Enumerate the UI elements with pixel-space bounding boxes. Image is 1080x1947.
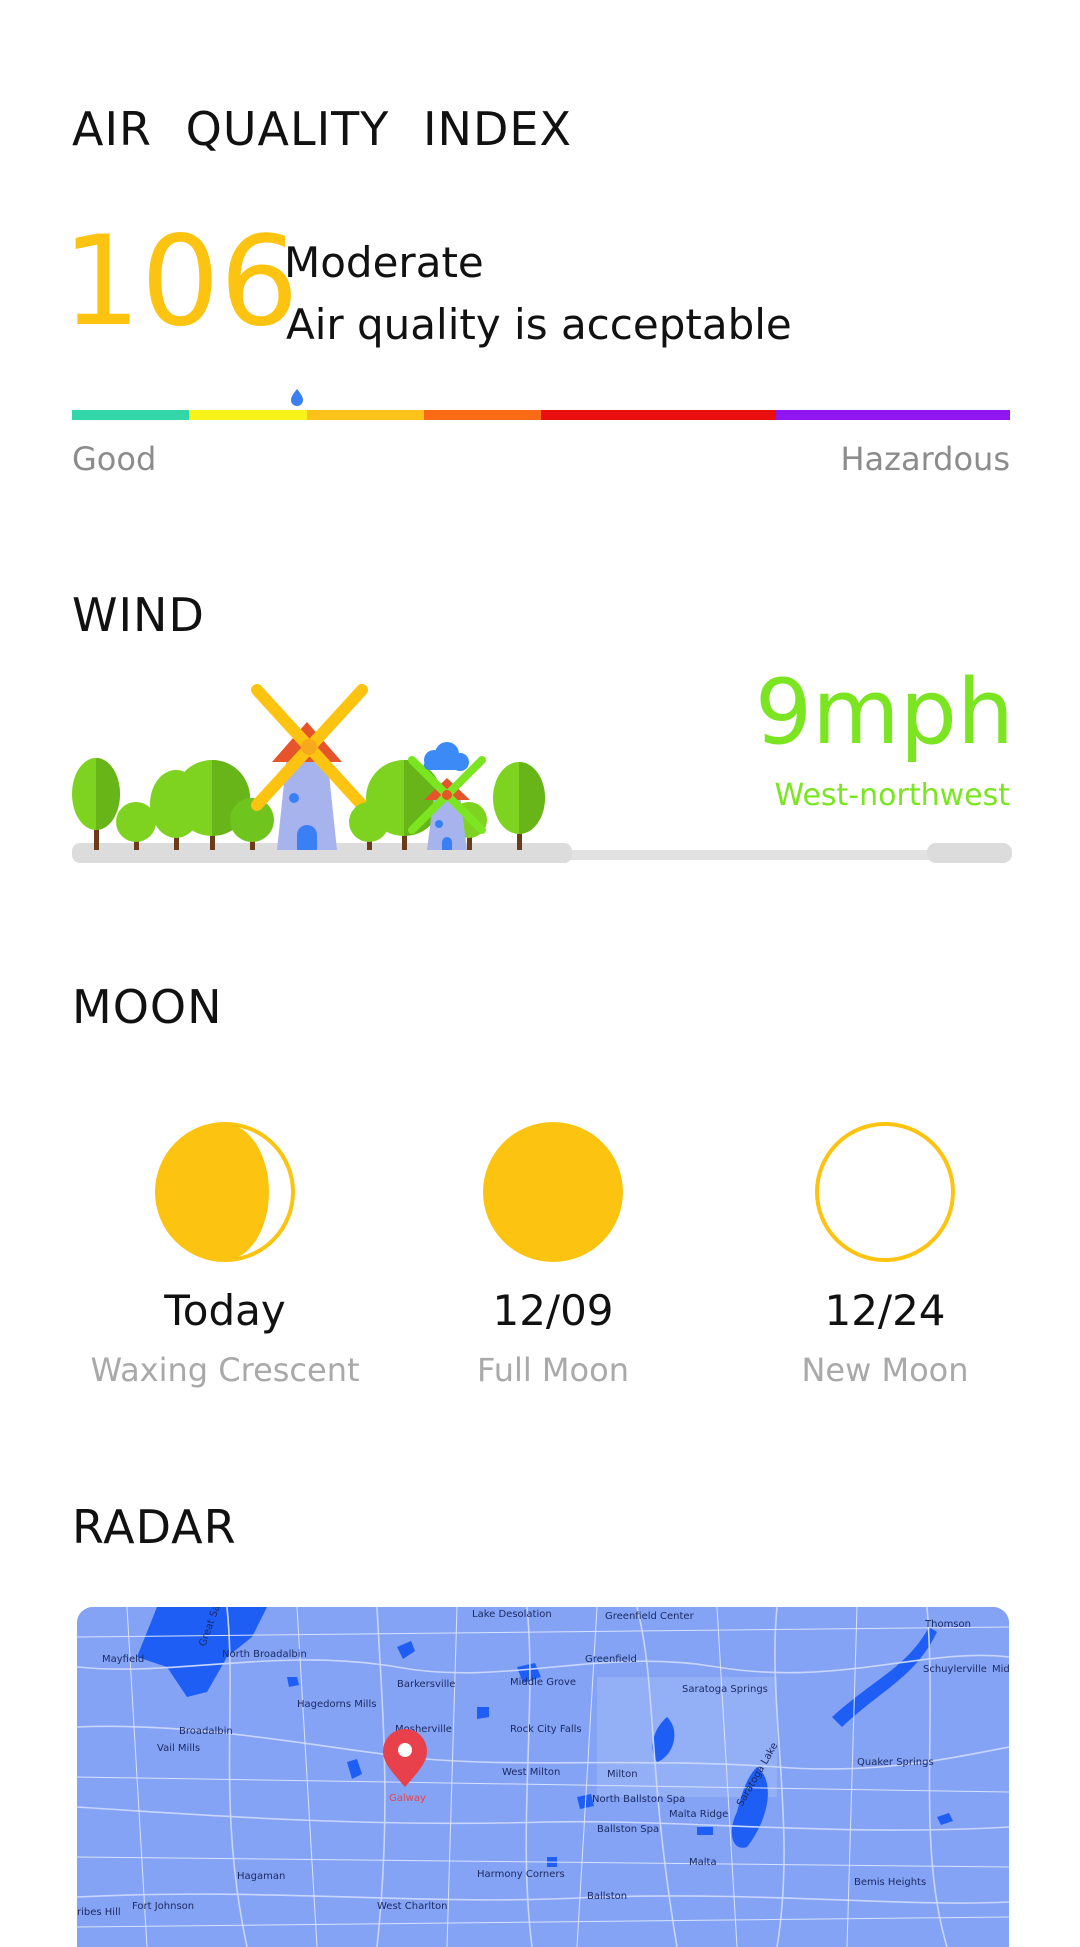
aqi-scale-segment — [189, 410, 307, 420]
wind-speed-value: 9mph — [754, 660, 1014, 765]
svg-text:Thomson: Thomson — [924, 1619, 971, 1630]
wind-direction-label: West-northwest — [774, 778, 1010, 813]
svg-text:North Ballston Spa: North Ballston Spa — [592, 1794, 685, 1805]
moon-phase-full: 12/09 Full Moon — [388, 1120, 718, 1389]
aqi-scale-low-label: Good — [72, 440, 157, 478]
svg-text:Ballston Spa: Ballston Spa — [597, 1824, 659, 1835]
moon-phase-name: New Moon — [801, 1351, 969, 1389]
svg-text:Fort Johnson: Fort Johnson — [132, 1901, 194, 1912]
svg-text:Malta: Malta — [689, 1857, 717, 1868]
svg-text:Saratoga Springs: Saratoga Springs — [682, 1684, 768, 1695]
svg-text:West Charlton: West Charlton — [377, 1901, 447, 1912]
wind-section-title: WIND — [72, 588, 205, 642]
location-pin-label: Galway — [389, 1793, 426, 1804]
svg-text:Rock City Falls: Rock City Falls — [510, 1724, 582, 1735]
svg-text:Midd: Midd — [992, 1664, 1009, 1675]
aqi-indicator-icon — [291, 389, 304, 406]
svg-text:North Broadalbin: North Broadalbin — [222, 1649, 307, 1660]
aqi-level-label: Moderate — [284, 238, 484, 287]
svg-text:Quaker Springs: Quaker Springs — [857, 1757, 934, 1768]
svg-text:Bemis Heights: Bemis Heights — [854, 1877, 926, 1888]
svg-text:Hagaman: Hagaman — [237, 1871, 285, 1882]
svg-text:West Milton: West Milton — [502, 1767, 560, 1778]
aqi-scale-segment — [775, 410, 893, 420]
moon-phase-today: Today Waxing Crescent — [60, 1120, 390, 1389]
aqi-value: 106 — [62, 210, 299, 354]
aqi-scale-segment — [892, 410, 1010, 420]
aqi-scale-segment — [658, 410, 776, 420]
svg-text:Schuylerville: Schuylerville — [923, 1664, 987, 1675]
svg-text:Middle Grove: Middle Grove — [510, 1677, 576, 1688]
aqi-description: Air quality is acceptable — [286, 300, 792, 349]
moon-phase-name: Full Moon — [477, 1351, 629, 1389]
svg-text:Lake Desolation: Lake Desolation — [472, 1609, 552, 1620]
moon-date: Today — [164, 1286, 286, 1335]
svg-text:Greenfield: Greenfield — [585, 1654, 637, 1665]
aqi-scale-bar — [72, 410, 1010, 420]
svg-text:Harmony Corners: Harmony Corners — [477, 1869, 565, 1880]
svg-text:Ballston: Ballston — [587, 1891, 627, 1902]
radar-section-title: RADAR — [72, 1500, 237, 1554]
aqi-scale-segment — [541, 410, 659, 420]
map-canvas[interactable]: Lake Desolation Greenfield Center Thomso… — [77, 1607, 1009, 1947]
moon-phase-name: Waxing Crescent — [90, 1351, 360, 1389]
aqi-scale-segment — [306, 410, 424, 420]
new-moon-icon — [815, 1122, 955, 1262]
svg-text:Milton: Milton — [607, 1769, 638, 1780]
full-moon-icon — [483, 1122, 623, 1262]
waxing-crescent-moon-icon — [155, 1122, 295, 1262]
aqi-scale-segment — [72, 410, 190, 420]
moon-date: 12/24 — [824, 1286, 946, 1335]
aqi-scale-segment — [423, 410, 541, 420]
aqi-scale-high-label: Hazardous — [840, 440, 1010, 478]
moon-date: 12/09 — [492, 1286, 614, 1335]
moon-phase-new: 12/24 New Moon — [720, 1120, 1050, 1389]
svg-text:Vail Mills: Vail Mills — [157, 1743, 200, 1754]
svg-text:Greenfield Center: Greenfield Center — [605, 1611, 695, 1622]
svg-text:Hagedorns Mills: Hagedorns Mills — [297, 1699, 376, 1710]
svg-text:Barkersville: Barkersville — [397, 1679, 455, 1690]
aqi-section-title: AIR QUALITY INDEX — [72, 102, 572, 156]
svg-text:Malta Ridge: Malta Ridge — [669, 1809, 728, 1820]
moon-section-title: MOON — [72, 980, 223, 1034]
svg-text:ribes Hill: ribes Hill — [77, 1907, 121, 1918]
radar-map[interactable]: Lake Desolation Greenfield Center Thomso… — [77, 1607, 1009, 1947]
svg-text:Broadalbin: Broadalbin — [179, 1726, 233, 1737]
svg-text:Mayfield: Mayfield — [102, 1654, 144, 1665]
